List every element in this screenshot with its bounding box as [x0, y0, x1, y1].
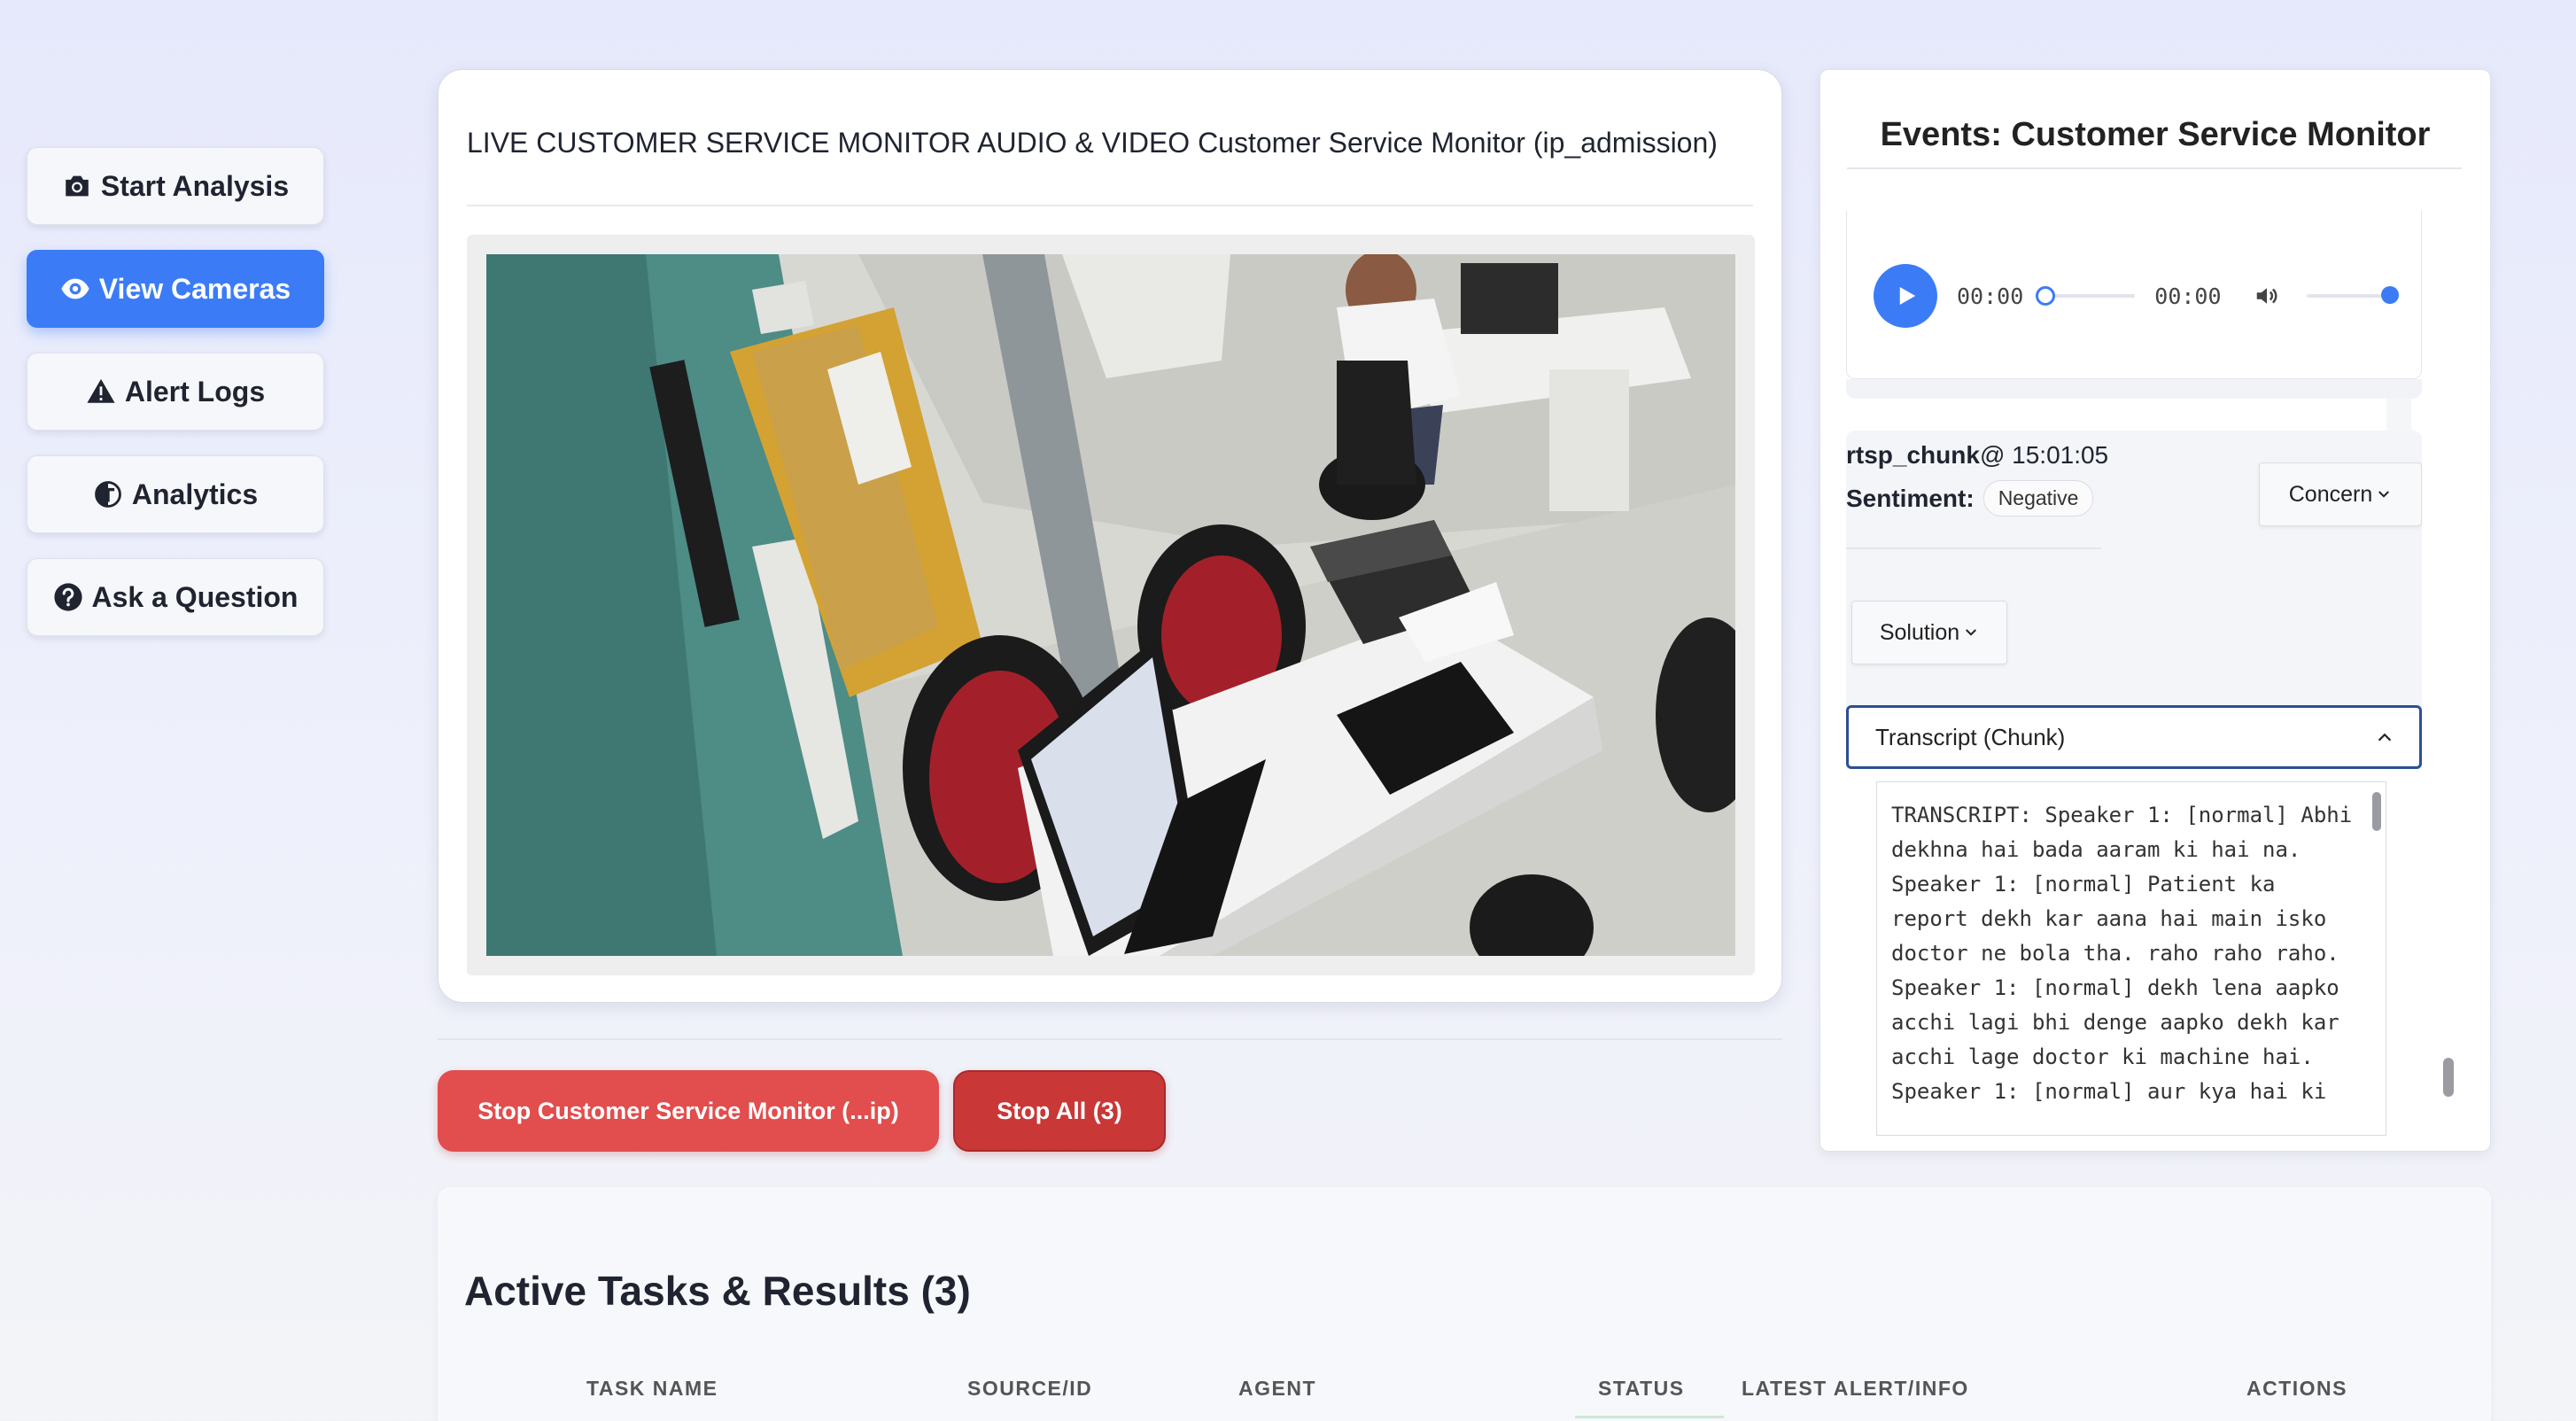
eye-icon: [61, 278, 89, 299]
event-item: rtsp_chunk@ 15:01:05 Sentiment: Negative…: [1846, 431, 2422, 1136]
events-scrollbar-thumb[interactable]: [2443, 1058, 2454, 1097]
video-title-divider: [467, 205, 1753, 206]
volume-slider[interactable]: [2306, 286, 2399, 304]
alert-logs-button[interactable]: Alert Logs: [27, 353, 324, 431]
analytics-button[interactable]: Analytics: [27, 455, 324, 533]
camera-feed[interactable]: [486, 254, 1735, 956]
video-frame: [467, 235, 1755, 975]
concern-label: Concern: [2288, 481, 2373, 507]
transcript-accordion-label: Transcript (Chunk): [1875, 723, 2066, 750]
video-card: LIVE CUSTOMER SERVICE MONITOR AUDIO & VI…: [438, 69, 1782, 1003]
volume-icon[interactable]: [2254, 283, 2280, 309]
column-header-actions[interactable]: ACTIONS: [2246, 1377, 2347, 1401]
warning-icon: [87, 378, 115, 403]
ask-question-button[interactable]: Ask a Question: [27, 558, 324, 636]
solution-label: Solution: [1879, 619, 1960, 645]
audio-card-footer: [1846, 379, 2422, 399]
transcript-body: TRANSCRIPT: Speaker 1: [normal] Abhi dek…: [1846, 769, 2422, 1136]
stop-all-button[interactable]: Stop All (3): [953, 1070, 1166, 1152]
transcript-accordion-header[interactable]: Transcript (Chunk): [1846, 705, 2422, 769]
status-column-indicator: [1575, 1416, 1724, 1418]
play-icon: [1899, 287, 1916, 305]
audio-progress-knob[interactable]: [2036, 286, 2056, 306]
concern-dropdown[interactable]: Concern: [2259, 462, 2422, 526]
camera-feed-image: [486, 254, 1735, 956]
chevron-down-icon: [2378, 491, 2390, 498]
column-header-latest-alert[interactable]: LATEST ALERT/INFO: [1742, 1377, 1969, 1401]
events-title-divider: [1847, 167, 2462, 169]
start-analysis-label: Start Analysis: [100, 169, 290, 202]
play-button[interactable]: [1874, 264, 1937, 328]
active-tasks-title: Active Tasks & Results (3): [464, 1268, 971, 1314]
solution-dropdown[interactable]: Solution: [1851, 601, 2007, 664]
chevron-down-icon: [1966, 629, 1977, 636]
sentiment-label: Sentiment:: [1846, 484, 1975, 512]
sentiment-divider: [1846, 547, 2101, 549]
alert-logs-label: Alert Logs: [124, 375, 266, 408]
start-analysis-button[interactable]: Start Analysis: [27, 147, 324, 225]
event-source: rtsp_chunk: [1846, 441, 1980, 469]
section-divider: [438, 1038, 1782, 1040]
column-header-agent[interactable]: AGENT: [1238, 1377, 1316, 1401]
current-time: 00:00: [1957, 283, 2024, 309]
ask-question-label: Ask a Question: [91, 580, 299, 613]
video-title: LIVE CUSTOMER SERVICE MONITOR AUDIO & VI…: [467, 127, 1718, 159]
event-header: rtsp_chunk@ 15:01:05: [1846, 441, 2108, 470]
sidebar: Start Analysis View Cameras Alert Logs A…: [27, 147, 324, 661]
camera-icon: [66, 175, 89, 197]
audio-progress-slider[interactable]: [2036, 286, 2136, 306]
duration-time: 00:00: [2154, 283, 2222, 309]
column-header-source-id[interactable]: SOURCE/ID: [967, 1377, 1092, 1401]
transcript-scrollbar-thumb[interactable]: [2372, 792, 2381, 831]
analytics-label: Analytics: [131, 478, 259, 510]
event-time: @ 15:01:05: [1979, 441, 2109, 469]
analytics-icon: [94, 481, 121, 508]
stop-monitor-button[interactable]: Stop Customer Service Monitor (...ip): [438, 1070, 939, 1152]
question-icon: [53, 583, 82, 611]
events-title: Events: Customer Service Monitor: [1880, 116, 2431, 153]
audio-player-card: 00:00 00:00: [1846, 211, 2422, 379]
sentiment-badge: Negative: [1982, 480, 2094, 516]
sentiment-row: Sentiment: Negative: [1846, 480, 2094, 516]
view-cameras-label: View Cameras: [98, 272, 291, 305]
transcript-textarea[interactable]: TRANSCRIPT: Speaker 1: [normal] Abhi dek…: [1876, 781, 2386, 1136]
active-tasks-card: Active Tasks & Results (3) TASK NAME SOU…: [438, 1187, 2491, 1421]
audio-player: 00:00 00:00: [1874, 264, 2399, 328]
column-header-task-name[interactable]: TASK NAME: [586, 1377, 718, 1401]
column-header-status[interactable]: STATUS: [1598, 1377, 1685, 1401]
view-cameras-button[interactable]: View Cameras: [27, 250, 324, 328]
volume-knob[interactable]: [2380, 286, 2399, 304]
chevron-up-icon: [2378, 733, 2392, 742]
